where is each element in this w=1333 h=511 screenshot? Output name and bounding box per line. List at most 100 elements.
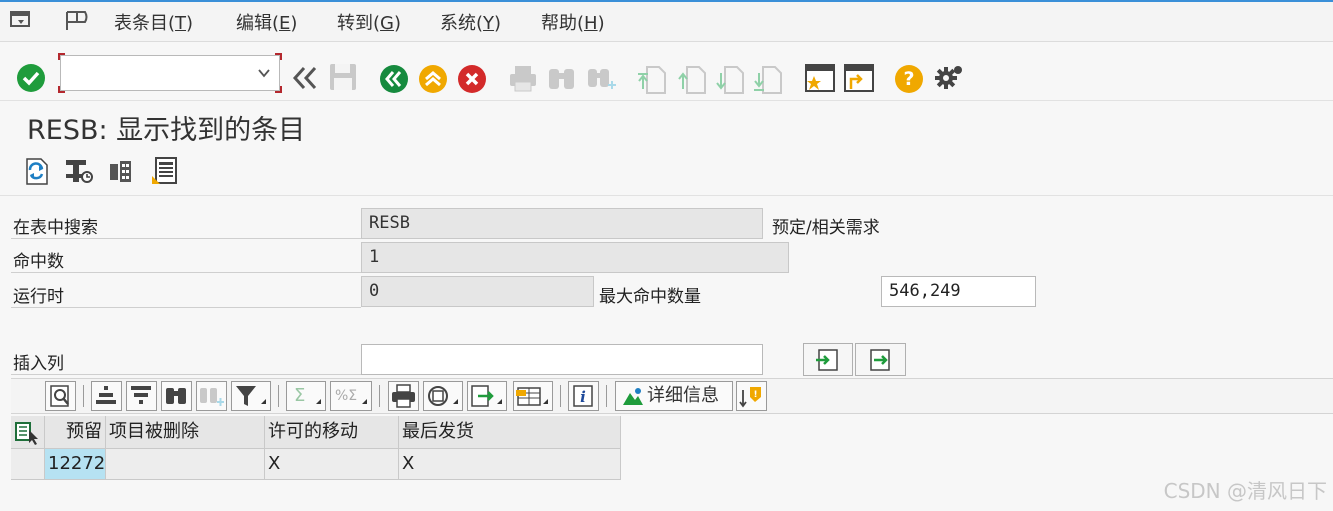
- focus-corner: [58, 53, 65, 60]
- back-double-icon[interactable]: [290, 63, 320, 98]
- sort-descending-button[interactable]: [126, 381, 157, 411]
- column-header[interactable]: 最后发货: [399, 416, 621, 449]
- label-underline: [11, 272, 361, 273]
- shortcut-icon[interactable]: [843, 63, 875, 98]
- append-column-button[interactable]: [855, 343, 906, 376]
- row-selector[interactable]: [11, 449, 45, 480]
- layout-icon[interactable]: [64, 10, 90, 32]
- detail-info-button[interactable]: 详细信息: [615, 381, 733, 411]
- menu-help[interactable]: 帮助(H): [541, 9, 605, 35]
- alv-toolbar: Σ %Σ i 详细信息 !: [11, 378, 1333, 414]
- first-page-icon: [637, 63, 667, 100]
- sort-ascending-button[interactable]: [91, 381, 122, 411]
- max-hits-input[interactable]: 546,249: [881, 276, 1036, 307]
- cancel-icon[interactable]: [458, 65, 486, 93]
- enter-icon[interactable]: [17, 64, 45, 92]
- menu-table-entry[interactable]: 表条目(T): [114, 9, 193, 35]
- search-table-description: 预定/相关需求: [772, 218, 880, 238]
- details-view-button[interactable]: [45, 381, 76, 411]
- toolbar-separator: [606, 385, 607, 407]
- command-field[interactable]: [58, 53, 282, 93]
- label-underline: [11, 307, 361, 308]
- print-preview-button[interactable]: [388, 381, 419, 411]
- total-button: Σ: [286, 381, 326, 411]
- insert-column-input[interactable]: [361, 344, 763, 375]
- search-table-field: RESB: [361, 208, 763, 239]
- chevron-down-icon[interactable]: [257, 65, 271, 85]
- settings-gear-icon[interactable]: [933, 63, 965, 100]
- toolbar-separator: [278, 385, 279, 407]
- label-underline: [11, 238, 361, 239]
- refresh-icon[interactable]: [21, 156, 51, 186]
- layout-icon: [516, 387, 548, 406]
- select-all-icon: [15, 422, 38, 445]
- details-magnifier-icon: [50, 385, 69, 407]
- hits-label: 命中数: [13, 252, 64, 272]
- append-column-icon: [870, 349, 890, 371]
- filter-button[interactable]: [231, 381, 271, 411]
- check-table-icon[interactable]: [107, 156, 137, 186]
- menu-bar: 表条目(T) 编辑(E) 转到(G) 系统(Y) 帮助(H): [0, 0, 1333, 42]
- export-icon: [471, 385, 502, 407]
- toolbar-separator: [560, 385, 561, 407]
- info-icon: i: [573, 385, 593, 407]
- insert-column-label: 插入列: [13, 354, 64, 374]
- next-page-icon: [715, 63, 745, 100]
- information-button[interactable]: i: [568, 381, 599, 411]
- table-contents-icon[interactable]: [64, 156, 94, 186]
- find-next-icon: [586, 63, 618, 98]
- create-session-icon[interactable]: [804, 63, 836, 98]
- help-icon[interactable]: ?: [895, 65, 923, 93]
- menu-goto[interactable]: 转到(G): [337, 9, 401, 35]
- table-cell[interactable]: [106, 449, 265, 480]
- insert-column-button[interactable]: [803, 343, 853, 376]
- list-document-icon[interactable]: [150, 156, 180, 186]
- svg-text:i: i: [580, 388, 586, 406]
- sort-selected-icon: !: [739, 387, 761, 408]
- find-next-button: [196, 381, 227, 411]
- find-button[interactable]: [161, 381, 192, 411]
- hits-field: 1: [361, 242, 789, 273]
- system-toolbar: ?: [0, 43, 1333, 101]
- section-divider: [0, 195, 1333, 196]
- focus-corner: [58, 86, 65, 93]
- print-icon: [507, 63, 539, 98]
- last-page-icon: [753, 63, 783, 100]
- filter-icon: [236, 386, 266, 406]
- sort-ascending-icon: [96, 386, 116, 404]
- subtotal-button: %Σ: [330, 381, 372, 411]
- toolbar-separator: [379, 385, 380, 407]
- table-cell[interactable]: X: [399, 449, 621, 480]
- column-header[interactable]: 项目被删除: [106, 416, 265, 449]
- svg-text:!: !: [753, 390, 757, 400]
- results-grid: 预留 项目被删除 许可的移动 最后发货 12272 X X: [11, 416, 1333, 511]
- table-cell[interactable]: X: [265, 449, 399, 480]
- find-next-icon: [200, 388, 224, 406]
- exit-icon[interactable]: [419, 65, 447, 93]
- menu-edit[interactable]: 编辑(E): [236, 9, 297, 35]
- views-button[interactable]: [423, 381, 463, 411]
- max-hits-label: 最大命中数量: [599, 287, 701, 307]
- column-header[interactable]: 预留: [45, 416, 106, 449]
- back-icon[interactable]: [380, 65, 408, 93]
- save-icon[interactable]: [328, 62, 358, 97]
- detail-info-label: 详细信息: [647, 385, 719, 406]
- prev-page-icon: [677, 63, 707, 100]
- focus-corner: [275, 53, 282, 60]
- layout-button[interactable]: [513, 381, 553, 411]
- toolbar-separator: [83, 385, 84, 407]
- column-header[interactable]: 许可的移动: [265, 416, 399, 449]
- table-cell[interactable]: 12272: [45, 449, 106, 480]
- runtime-label: 运行时: [13, 287, 64, 307]
- landscape-icon: [623, 388, 643, 405]
- menu-system[interactable]: 系统(Y): [440, 9, 501, 35]
- menu-dropdown-icon[interactable]: [10, 10, 32, 30]
- watermark: CSDN @清风日下: [1163, 479, 1327, 503]
- select-all-button[interactable]: [11, 416, 45, 449]
- sort-selected-button[interactable]: !: [736, 381, 767, 411]
- export-button[interactable]: [467, 381, 507, 411]
- focus-corner: [275, 86, 282, 93]
- sort-descending-icon: [131, 386, 151, 404]
- find-icon: [546, 63, 578, 98]
- page-title: RESB: 显示找到的条目: [27, 115, 306, 146]
